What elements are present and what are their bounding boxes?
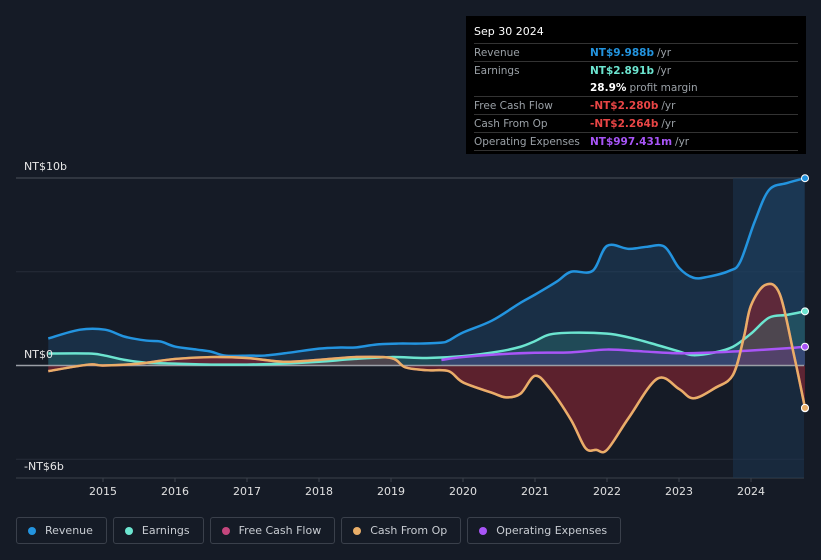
operating-expenses-end-marker <box>801 342 809 351</box>
x-tick-label: 2016 <box>161 485 189 498</box>
x-tick-label: 2021 <box>521 485 549 498</box>
x-tick-label: 2022 <box>593 485 621 498</box>
legend-dot-icon <box>479 526 488 535</box>
x-tick-label: 2015 <box>89 485 117 498</box>
x-tick-label: 2020 <box>449 485 477 498</box>
tooltip-row-revenue: Revenue NT$9.988b /yr <box>474 44 798 62</box>
legend-item-cash-from-op[interactable]: Cash From Op <box>341 517 462 544</box>
tooltip-unit: /yr <box>661 117 676 130</box>
tooltip-date: Sep 30 2024 <box>474 24 798 44</box>
tooltip-row-margin: 28.9% profit margin <box>474 79 798 97</box>
tooltip-label: Operating Expenses <box>474 135 580 148</box>
legend-label: Free Cash Flow <box>238 524 322 537</box>
tooltip-row-earnings: Earnings NT$2.891b /yr <box>474 62 798 79</box>
y-label-top: NT$10b <box>24 160 67 173</box>
tooltip-value: NT$9.988b <box>590 46 654 59</box>
tooltip-panel: Sep 30 2024 Revenue NT$9.988b /yr Earnin… <box>466 16 806 154</box>
legend-label: Revenue <box>45 524 93 537</box>
tooltip-value: -NT$2.280b <box>590 99 659 112</box>
revenue-end-marker <box>801 174 809 183</box>
x-tick-label: 2024 <box>737 485 765 498</box>
tooltip-row-opex: Operating Expenses NT$997.431m /yr <box>474 133 798 151</box>
area-layer <box>48 178 805 453</box>
tooltip-label: Earnings <box>474 64 520 77</box>
x-tick-label: 2017 <box>233 485 261 498</box>
legend-dot-icon <box>124 526 133 535</box>
x-tick-label: 2018 <box>305 485 333 498</box>
legend-dot-icon <box>221 526 230 535</box>
tooltip-unit: /yr <box>675 135 690 148</box>
y-label-bottom: -NT$6b <box>24 460 64 473</box>
legend-item-free-cash-flow[interactable]: Free Cash Flow <box>209 517 336 544</box>
tooltip-row-fcf: Free Cash Flow -NT$2.280b /yr <box>474 97 798 115</box>
y-label-zero: NT$0 <box>24 348 53 361</box>
tooltip-value: NT$2.891b <box>590 64 654 77</box>
legend-dot-icon <box>28 526 36 535</box>
tooltip-label: Cash From Op <box>474 117 548 130</box>
legend-item-operating-expenses[interactable]: Operating Expenses <box>467 517 622 544</box>
tooltip-unit: profit margin <box>629 81 698 94</box>
legend-item-earnings[interactable]: Earnings <box>112 517 204 544</box>
tooltip-row-cfo: Cash From Op -NT$2.264b /yr <box>474 115 798 133</box>
legend-label: Earnings <box>141 524 190 537</box>
tooltip-unit: /yr <box>656 64 672 77</box>
tooltip-label: Free Cash Flow <box>474 99 553 112</box>
tooltip-value: -NT$2.264b <box>590 117 659 130</box>
tooltip-unit: /yr <box>661 99 676 112</box>
earnings-end-marker <box>801 307 809 316</box>
x-tick-label: 2019 <box>377 485 405 498</box>
legend-dot-icon <box>353 526 362 535</box>
tooltip-unit: /yr <box>656 46 672 59</box>
legend: Revenue Earnings Free Cash Flow Cash Fro… <box>16 517 622 544</box>
cash-from-op-end-marker <box>801 403 809 412</box>
tooltip-label: Revenue <box>474 46 520 59</box>
tooltip-value: NT$997.431m <box>590 135 673 148</box>
legend-label: Cash From Op <box>370 524 448 537</box>
legend-item-revenue[interactable]: Revenue <box>16 517 107 544</box>
x-tick-label: 2023 <box>665 485 693 498</box>
legend-label: Operating Expenses <box>496 524 608 537</box>
tooltip-value: 28.9% <box>590 81 627 94</box>
x-axis: 2015 2016 2017 2018 2019 2020 2021 2022 2023 2024 <box>89 478 765 498</box>
